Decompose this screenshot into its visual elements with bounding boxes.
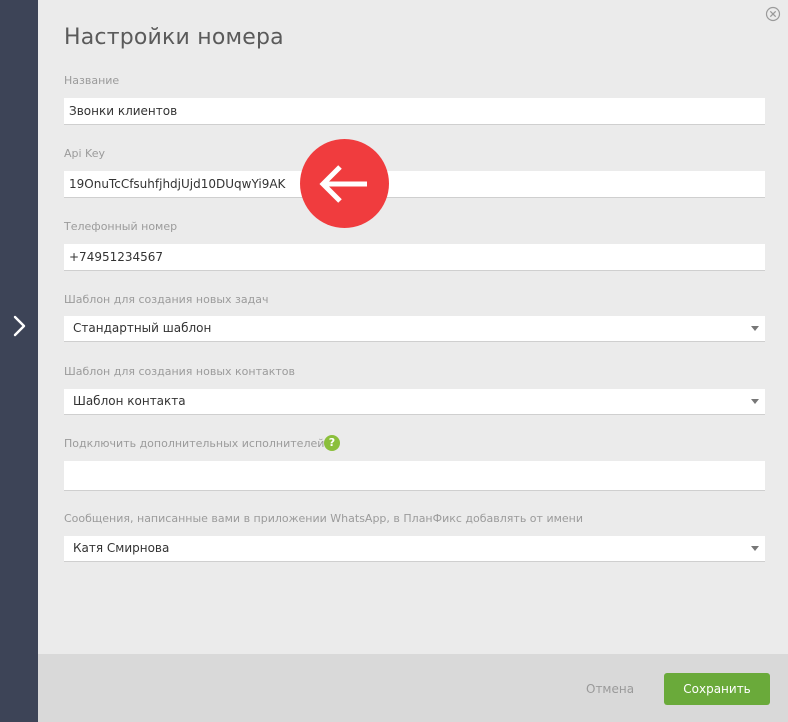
api-key-input[interactable]: [64, 171, 765, 198]
caret-down-icon: [751, 399, 759, 404]
whatsapp-sender-label: Сообщения, написанные вами в приложении …: [64, 512, 583, 525]
contact-template-select[interactable]: Шаблон контакта: [64, 389, 765, 415]
name-label: Название: [64, 74, 120, 87]
extra-assignees-input[interactable]: [64, 461, 765, 491]
arrow-left-icon: [319, 165, 367, 203]
api-key-label: Api Key: [64, 147, 106, 160]
phone-label: Телефонный номер: [64, 220, 178, 233]
task-template-value: Стандартный шаблон: [73, 321, 212, 335]
dialog-title: Настройки номера: [64, 25, 284, 50]
close-icon[interactable]: [765, 6, 781, 22]
task-template-label: Шаблон для создания новых задач: [64, 293, 269, 306]
save-button[interactable]: Сохранить: [664, 673, 770, 705]
sidebar-collapsed[interactable]: [0, 0, 38, 722]
caret-down-icon: [751, 326, 759, 331]
extra-assignees-label: Подключить дополнительных исполнителей: [64, 437, 325, 450]
annotation-arrow-badge: [300, 139, 389, 228]
caret-down-icon: [751, 546, 759, 551]
contact-template-value: Шаблон контакта: [73, 394, 186, 408]
question-icon[interactable]: ?: [324, 435, 340, 451]
whatsapp-sender-value: Катя Смирнова: [73, 541, 170, 555]
whatsapp-sender-select[interactable]: Катя Смирнова: [64, 536, 765, 562]
chevron-right-icon[interactable]: [9, 314, 29, 338]
task-template-select[interactable]: Стандартный шаблон: [64, 316, 765, 342]
contact-template-label: Шаблон для создания новых контактов: [64, 365, 295, 378]
cancel-button[interactable]: Отмена: [586, 682, 634, 696]
name-input[interactable]: [64, 98, 765, 125]
phone-input[interactable]: [64, 244, 765, 271]
